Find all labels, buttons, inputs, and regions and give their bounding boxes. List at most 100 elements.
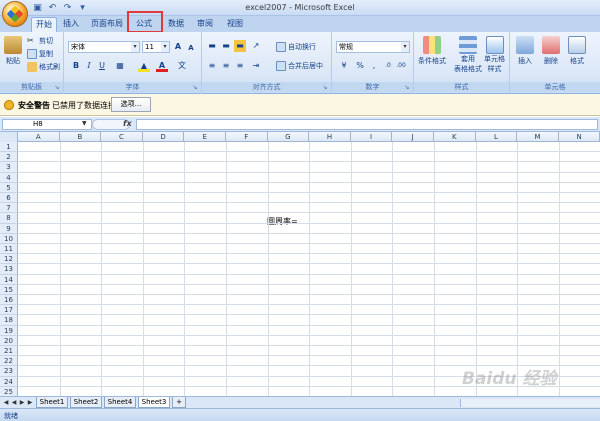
column-header-d[interactable]: D (143, 132, 185, 142)
column-header-g[interactable]: G (268, 132, 310, 142)
row-header-10[interactable]: 10 (0, 233, 18, 244)
row-header-15[interactable]: 15 (0, 284, 18, 295)
prev-sheet-icon[interactable]: ◀ (10, 398, 18, 407)
row-header-23[interactable]: 23 (0, 366, 18, 377)
save-icon[interactable]: ▣ (32, 3, 43, 14)
row-header-20[interactable]: 20 (0, 335, 18, 346)
column-header-j[interactable]: J (392, 132, 434, 142)
row-header-18[interactable]: 18 (0, 315, 18, 326)
worksheet-grid[interactable]: ABCDEFGHIJKLMN 圆周率= 1 2 3 4 5 6 7 8 9 10 11 12 13 14 1… (0, 132, 600, 396)
insert-sheet-icon[interactable]: + (172, 397, 186, 408)
dialog-launcher-icon[interactable]: ↘ (403, 84, 411, 92)
column-header-l[interactable]: L (476, 132, 518, 142)
borders-icon[interactable]: ▦ (114, 60, 126, 72)
conditional-format-button[interactable]: 条件格式 (418, 36, 446, 66)
row-header-7[interactable]: 7 (0, 203, 18, 214)
row-header-17[interactable]: 17 (0, 305, 18, 316)
column-header-a[interactable]: A (18, 132, 60, 142)
percent-icon[interactable]: % (354, 60, 366, 72)
horizontal-scrollbar[interactable] (460, 399, 600, 407)
office-button[interactable] (2, 1, 28, 27)
font-size-combo[interactable]: 11 ▾ (142, 41, 170, 53)
dialog-launcher-icon[interactable]: ↘ (321, 84, 329, 92)
increase-decimal-icon[interactable]: .0 (382, 60, 394, 72)
row-header-24[interactable]: 24 (0, 376, 18, 387)
row-header-19[interactable]: 19 (0, 325, 18, 336)
column-header-h[interactable]: H (309, 132, 351, 142)
align-top-icon[interactable]: ▬ (206, 40, 218, 52)
tab-insert[interactable]: 插入 (60, 17, 82, 32)
align-bottom-icon[interactable]: ▬ (234, 40, 246, 52)
underline-button[interactable]: U (96, 60, 108, 72)
font-name-combo[interactable]: 宋体 ▾ (68, 41, 140, 53)
column-header-e[interactable]: E (184, 132, 226, 142)
row-header-4[interactable]: 4 (0, 172, 18, 183)
options-button[interactable]: 选项... (111, 97, 151, 112)
tab-home[interactable]: 开始 (31, 17, 57, 32)
undo-icon[interactable]: ↶ (47, 3, 58, 14)
tab-review[interactable]: 审阅 (194, 17, 216, 32)
fx-icon[interactable]: fx (123, 119, 132, 128)
row-header-22[interactable]: 22 (0, 356, 18, 367)
column-header-i[interactable]: I (351, 132, 393, 142)
copy-button[interactable]: 复制 (27, 49, 53, 59)
delete-cells-button[interactable]: 删除 (542, 36, 560, 66)
decrease-decimal-icon[interactable]: .00 (395, 60, 407, 72)
tab-page-layout[interactable]: 页面布局 (88, 17, 126, 32)
phonetic-icon[interactable]: 文 (176, 60, 188, 72)
align-middle-icon[interactable]: ▬ (220, 40, 232, 52)
comma-icon[interactable]: , (368, 60, 380, 72)
row-header-8[interactable]: 8 (0, 213, 18, 224)
wrap-text-button[interactable]: 自动换行 (276, 42, 316, 52)
sheet-tab-sheet1[interactable]: Sheet1 (36, 397, 68, 408)
align-left-icon[interactable]: ≡ (206, 60, 218, 72)
customize-icon[interactable]: ▾ (77, 3, 88, 14)
chevron-down-icon[interactable]: ▼ (82, 120, 87, 127)
column-header-m[interactable]: M (517, 132, 559, 142)
sheet-tab-sheet2[interactable]: Sheet2 (70, 397, 102, 408)
cut-button[interactable]: ✂ 剪切 (27, 36, 53, 46)
first-sheet-icon[interactable]: ◀ (2, 398, 10, 407)
row-header-9[interactable]: 9 (0, 223, 18, 234)
cell-g8[interactable]: 圆周率= (267, 216, 298, 227)
merge-center-button[interactable]: 合并后居中 (276, 61, 323, 71)
dialog-launcher-icon[interactable]: ↘ (191, 84, 199, 92)
row-header-25[interactable]: 25 (0, 386, 18, 396)
format-painter-button[interactable]: 格式刷 (27, 62, 60, 72)
row-header-14[interactable]: 14 (0, 274, 18, 285)
column-header-c[interactable]: C (101, 132, 143, 142)
row-header-5[interactable]: 5 (0, 182, 18, 193)
grow-font-icon[interactable]: A (172, 41, 184, 53)
fill-color-icon[interactable]: ▲ (138, 60, 150, 72)
number-format-combo[interactable]: 常规 ▾ (336, 41, 410, 53)
column-header-k[interactable]: K (434, 132, 476, 142)
name-box[interactable]: H8 (2, 119, 92, 130)
row-header-12[interactable]: 12 (0, 254, 18, 265)
row-header-13[interactable]: 13 (0, 264, 18, 275)
row-header-21[interactable]: 21 (0, 346, 18, 357)
align-center-icon[interactable]: ≡ (220, 60, 232, 72)
row-header-3[interactable]: 3 (0, 162, 18, 173)
select-all-corner[interactable] (0, 132, 18, 142)
tab-view[interactable]: 视图 (224, 17, 246, 32)
row-header-6[interactable]: 6 (0, 193, 18, 204)
bold-button[interactable]: B (70, 60, 82, 72)
row-header-11[interactable]: 11 (0, 244, 18, 255)
sheet-tab-sheet3[interactable]: Sheet3 (138, 397, 170, 408)
row-header-16[interactable]: 16 (0, 295, 18, 306)
redo-icon[interactable]: ↷ (62, 3, 73, 14)
tab-data[interactable]: 数据 (165, 17, 187, 32)
next-sheet-icon[interactable]: ▶ (18, 398, 26, 407)
cell-styles-button[interactable]: 单元格 样式 (484, 36, 505, 74)
column-header-b[interactable]: B (60, 132, 102, 142)
row-header-2[interactable]: 2 (0, 152, 18, 163)
italic-button[interactable]: I (83, 60, 95, 72)
align-right-icon[interactable]: ≡ (234, 60, 246, 72)
formula-input[interactable] (136, 119, 598, 130)
column-header-f[interactable]: F (226, 132, 268, 142)
column-header-n[interactable]: N (559, 132, 600, 142)
indent-icon[interactable]: ⇥ (250, 60, 262, 72)
orientation-icon[interactable]: ↗ (250, 40, 262, 52)
row-header-1[interactable]: 1 (0, 142, 18, 153)
last-sheet-icon[interactable]: ▶ (26, 398, 34, 407)
